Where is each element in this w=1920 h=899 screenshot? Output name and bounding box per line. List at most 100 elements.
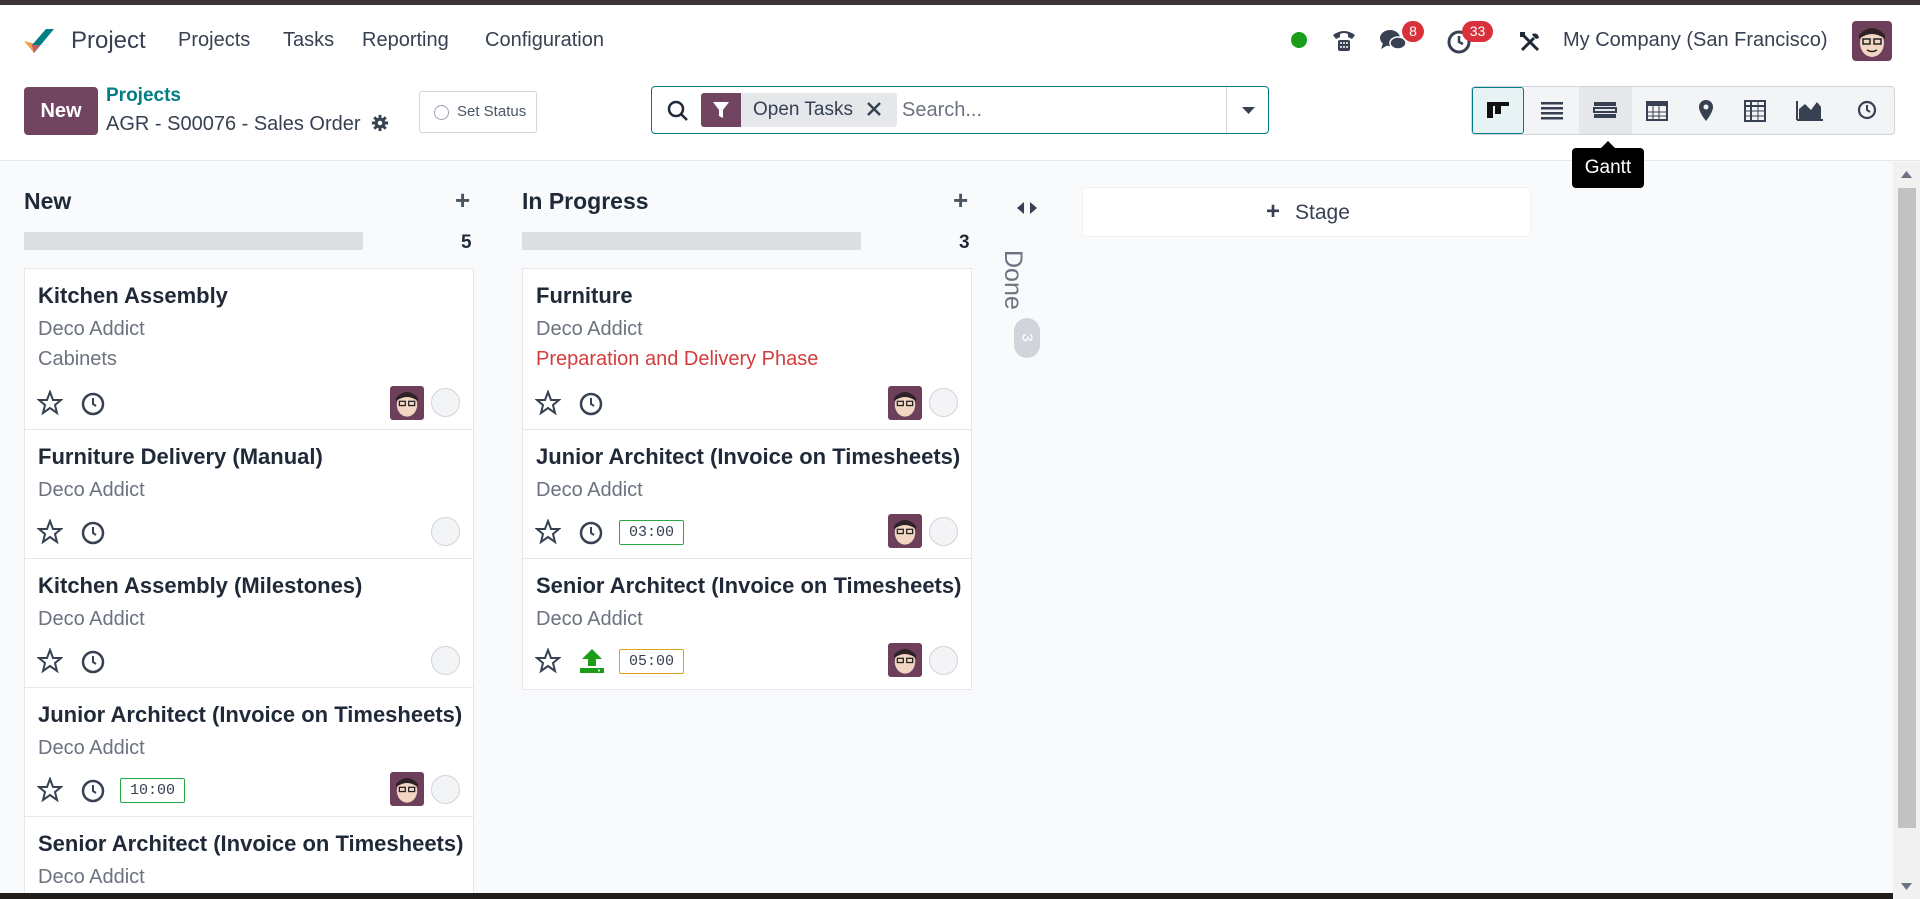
pivot-view-button[interactable]	[1730, 87, 1780, 134]
avatar[interactable]	[888, 386, 922, 420]
breadcrumb-current: AGR - S00076 - Sales Order	[106, 113, 361, 135]
activity-clock-icon[interactable]	[80, 520, 106, 546]
area-chart-icon	[1796, 101, 1823, 121]
gantt-icon	[1593, 102, 1617, 118]
card-title: Senior Architect (Invoice on Timesheets)	[536, 573, 962, 598]
activity-clock-icon[interactable]	[578, 391, 604, 417]
column-title-new[interactable]: New	[24, 188, 71, 215]
card-customer: Deco Addict	[38, 737, 145, 759]
card-tag: Cabinets	[38, 348, 117, 370]
kanban-card[interactable]: Senior Architect (Invoice on Timesheets)…	[522, 558, 972, 690]
user-avatar-image	[1852, 21, 1892, 61]
status-icon[interactable]	[929, 517, 958, 546]
vertical-scrollbar[interactable]	[1893, 162, 1920, 899]
remove-facet-icon[interactable]	[865, 100, 883, 118]
quick-create-new-button[interactable]: +	[455, 185, 470, 216]
list-view-button[interactable]	[1524, 87, 1579, 134]
user-avatar[interactable]	[1852, 21, 1892, 61]
card-title: Kitchen Assembly (Milestones)	[38, 573, 363, 598]
debug-tools-icon[interactable]	[1518, 30, 1542, 54]
allocated-hours-badge: 03:00	[619, 520, 684, 545]
menu-reporting[interactable]: Reporting	[362, 29, 449, 52]
status-icon[interactable]	[929, 646, 958, 675]
menu-tasks[interactable]: Tasks	[283, 29, 334, 52]
search-input[interactable]	[902, 95, 1202, 125]
status-icon[interactable]	[929, 388, 958, 417]
map-view-button[interactable]	[1682, 87, 1730, 134]
kanban-card[interactable]: Junior Architect (Invoice on Timesheets)…	[522, 429, 972, 559]
add-stage-button[interactable]: + Stage	[1082, 187, 1531, 237]
folded-column-count: 3	[1014, 318, 1040, 358]
avatar[interactable]	[888, 514, 922, 548]
card-customer: Deco Addict	[38, 866, 145, 888]
filter-facet-icon	[701, 93, 741, 127]
kanban-card[interactable]: Furniture Deco Addict Preparation and De…	[522, 268, 972, 430]
scroll-down-icon[interactable]	[1901, 883, 1912, 891]
column-progress-bar[interactable]	[522, 232, 861, 250]
graph-view-button[interactable]	[1780, 87, 1840, 134]
avatar[interactable]	[390, 772, 424, 806]
activity-clock-icon[interactable]	[578, 520, 604, 546]
avatar[interactable]	[888, 643, 922, 677]
facet-label: Open Tasks	[753, 99, 853, 120]
project-logo-icon[interactable]	[22, 25, 56, 57]
search-options-toggle[interactable]	[1226, 87, 1269, 133]
search-icon[interactable]	[666, 99, 690, 123]
status-icon[interactable]	[431, 775, 460, 804]
kanban-card[interactable]: Senior Architect (Invoice on Timesheets)…	[24, 816, 474, 899]
app-name[interactable]: Project	[71, 27, 146, 55]
card-customer: Deco Addict	[536, 318, 643, 340]
calendar-icon	[1646, 101, 1668, 121]
quick-create-in-progress-button[interactable]: +	[953, 185, 968, 216]
card-milestone: Preparation and Delivery Phase	[536, 348, 819, 370]
kanban-view-button[interactable]	[1472, 87, 1524, 134]
kanban-card[interactable]: Kitchen Assembly (Milestones) Deco Addic…	[24, 558, 474, 688]
status-icon[interactable]	[431, 646, 460, 675]
gear-icon[interactable]	[371, 114, 389, 132]
new-task-button[interactable]: New	[24, 87, 98, 135]
card-title: Kitchen Assembly	[38, 283, 228, 308]
upload-icon[interactable]	[578, 647, 606, 675]
activity-clock-icon[interactable]	[80, 649, 106, 675]
column-title-in-progress[interactable]: In Progress	[522, 188, 649, 215]
calendar-view-button[interactable]	[1632, 87, 1682, 134]
breadcrumb-projects-link[interactable]: Projects	[106, 85, 181, 107]
company-switcher[interactable]: My Company (San Francisco)	[1563, 29, 1828, 52]
star-icon[interactable]	[37, 390, 63, 416]
status-icon[interactable]	[431, 388, 460, 417]
card-title: Senior Architect (Invoice on Timesheets)	[38, 831, 464, 856]
star-icon[interactable]	[37, 519, 63, 545]
menu-projects[interactable]: Projects	[178, 29, 250, 52]
scrollbar-thumb[interactable]	[1898, 188, 1916, 828]
star-icon[interactable]	[535, 519, 561, 545]
activity-view-button[interactable]	[1840, 87, 1894, 134]
allocated-hours-badge: 05:00	[619, 649, 684, 674]
set-status-button[interactable]: Set Status	[419, 91, 537, 133]
star-icon[interactable]	[37, 648, 63, 674]
card-customer: Deco Addict	[38, 608, 145, 630]
star-icon[interactable]	[535, 390, 561, 416]
allocated-hours-badge: 10:00	[120, 778, 185, 803]
card-title: Junior Architect (Invoice on Timesheets)	[536, 444, 961, 469]
menu-configuration[interactable]: Configuration	[485, 29, 604, 52]
activity-clock-icon[interactable]	[80, 391, 106, 417]
column-count: 5	[461, 232, 472, 253]
search-facet: Open Tasks	[701, 93, 897, 127]
activity-clock-icon[interactable]	[80, 778, 106, 804]
folded-column-done[interactable]: Done	[998, 250, 1027, 310]
card-customer: Deco Addict	[38, 479, 145, 501]
star-icon[interactable]	[37, 777, 63, 803]
expand-column-icon[interactable]	[1015, 198, 1039, 218]
kanban-card[interactable]: Furniture Delivery (Manual) Deco Addict	[24, 429, 474, 559]
column-progress-bar[interactable]	[24, 232, 363, 250]
kanban-card[interactable]: Kitchen Assembly Deco Addict Cabinets	[24, 268, 474, 430]
kanban-card[interactable]: Junior Architect (Invoice on Timesheets)…	[24, 687, 474, 817]
gantt-view-button[interactable]	[1579, 87, 1632, 134]
avatar[interactable]	[390, 386, 424, 420]
star-icon[interactable]	[535, 648, 561, 674]
status-icon[interactable]	[431, 517, 460, 546]
view-tooltip: Gantt	[1572, 141, 1644, 188]
main-navbar: Project Projects Tasks Reporting Configu…	[0, 5, 1920, 77]
scroll-up-icon[interactable]	[1901, 170, 1912, 178]
phone-icon[interactable]	[1330, 26, 1358, 54]
